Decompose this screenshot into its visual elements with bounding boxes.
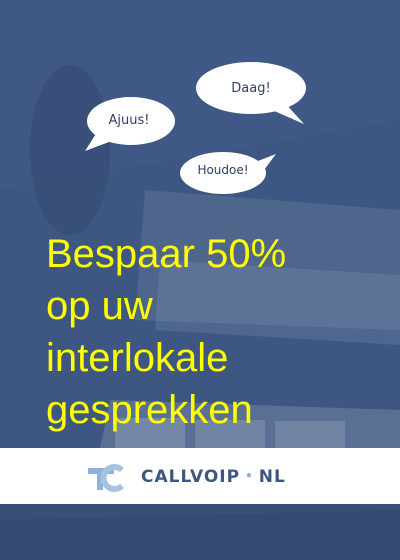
headline: Bespaar 50% op uw interlokale gesprekken: [46, 228, 286, 436]
speech-bubble-daag: Daag!: [196, 62, 308, 128]
speech-bubble-houdoe: Houdoe!: [180, 152, 278, 194]
callvoip-banner-ad[interactable]: Daag! Ajuus! Houdoe! Bespaar 50% op uw i…: [0, 0, 400, 560]
logo-separator: •: [245, 469, 254, 483]
headline-line-3: interlokale: [46, 336, 229, 380]
logo-suffix: NL: [258, 467, 286, 487]
tc-monogram-icon: [88, 464, 125, 492]
headline-line-2: op uw: [46, 284, 153, 328]
speech-bubble-text: Daag!: [231, 81, 271, 96]
logo-bar[interactable]: CALLVOIP • NL: [0, 448, 400, 504]
logo-wordmark: CALLVOIP • NL: [141, 464, 286, 488]
speech-bubble-ajuus: Ajuus!: [83, 97, 175, 153]
headline-line-1: Bespaar 50%: [46, 232, 287, 276]
speech-bubble-text: Ajuus!: [108, 113, 150, 128]
speech-bubble-text: Houdoe!: [197, 163, 249, 177]
headline-line-4: gesprekken: [46, 388, 253, 432]
logo-name: CALLVOIP: [141, 467, 241, 487]
